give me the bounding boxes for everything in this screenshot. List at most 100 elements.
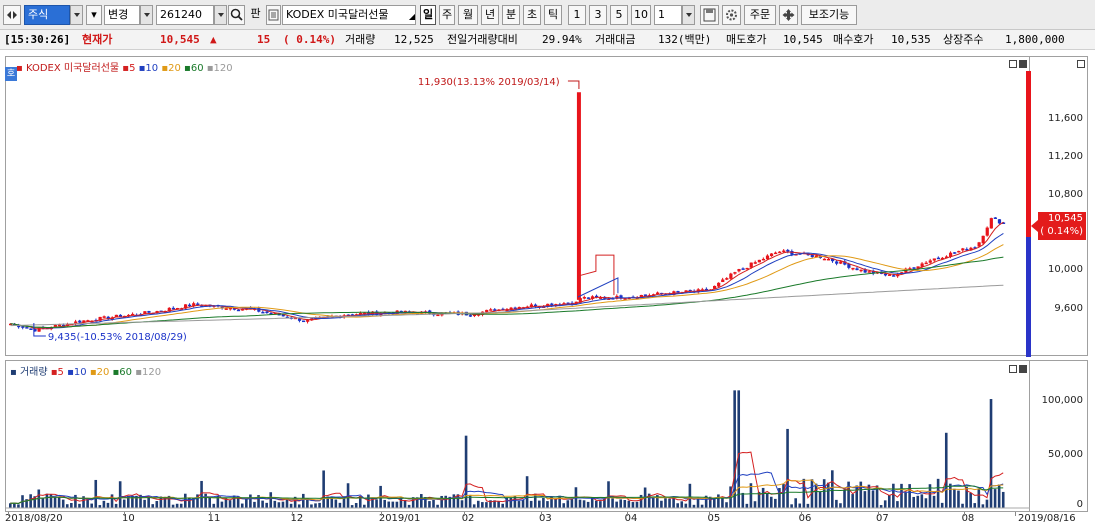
- interval-10-button[interactable]: 10: [631, 5, 651, 25]
- order-button[interactable]: 주문: [744, 5, 776, 25]
- chevron-down-icon[interactable]: ▾: [86, 5, 102, 25]
- volume-bar: [476, 500, 480, 508]
- candle-body: [717, 282, 721, 287]
- volume-bar: [863, 491, 867, 508]
- period-day-button[interactable]: 일: [420, 5, 436, 25]
- candle-body: [769, 253, 774, 257]
- volume-bar: [452, 494, 456, 508]
- maximize-panel-button[interactable]: [1019, 60, 1027, 68]
- code-input[interactable]: 261240: [156, 5, 214, 25]
- change-dropdown-button[interactable]: [140, 5, 153, 25]
- period-second-button[interactable]: 초: [523, 5, 541, 25]
- volume-bar: [1001, 491, 1005, 508]
- market-select[interactable]: 주식: [24, 5, 70, 25]
- interval-5-button[interactable]: 5: [610, 5, 628, 25]
- candle-body: [737, 269, 741, 272]
- volume-bar: [542, 497, 545, 508]
- candle-body: [753, 262, 757, 264]
- volume-bar: [814, 483, 818, 508]
- candle-body: [468, 315, 473, 317]
- volume-bar: [688, 483, 692, 508]
- volume-bar: [835, 499, 838, 508]
- ask-price-label: 매도호가: [726, 33, 767, 46]
- candle-body: [835, 261, 839, 264]
- vol-ma20-legend: 20: [96, 367, 110, 378]
- nav-arrows-button[interactable]: [3, 5, 21, 25]
- period-year-button[interactable]: 년: [481, 5, 499, 25]
- volume-bar: [912, 496, 916, 508]
- current-price: 10,545: [160, 33, 200, 46]
- list-button[interactable]: [266, 5, 281, 25]
- volume-bar: [53, 496, 57, 508]
- volume-bar: [86, 499, 89, 508]
- interval-count-input[interactable]: 1: [654, 5, 682, 25]
- move-button[interactable]: [779, 5, 798, 25]
- candle-body: [989, 218, 993, 229]
- interval-1-button[interactable]: 1: [568, 5, 586, 25]
- pan-label[interactable]: 판: [247, 5, 264, 25]
- volume-bar: [395, 501, 399, 508]
- volume-bar: [310, 504, 313, 508]
- volume-minimize-button[interactable]: [1009, 365, 1017, 373]
- volume-bar: [143, 499, 146, 508]
- code-dropdown-button[interactable]: [214, 5, 227, 25]
- volume-bar: [672, 497, 675, 508]
- volume-bar: [204, 493, 207, 508]
- candle-body: [489, 309, 493, 311]
- volume-bar: [721, 498, 724, 508]
- stock-name-field[interactable]: KODEX 미국달러선물: [282, 5, 416, 25]
- change-select[interactable]: 변경: [104, 5, 140, 25]
- volume-bar: [944, 432, 948, 508]
- candle-body: [851, 267, 855, 270]
- volume-bar: [908, 484, 911, 508]
- chart-type-toggle-button[interactable]: 호: [5, 67, 17, 81]
- volume-bar: [843, 489, 846, 508]
- ma20-legend: 20: [168, 63, 181, 74]
- candle-body: [436, 314, 440, 317]
- volume-bar: [501, 503, 504, 508]
- volume-bar: [599, 501, 602, 508]
- aux-function-button[interactable]: 보조기능: [801, 5, 857, 25]
- price-legend-title: KODEX 미국달러선물: [25, 63, 120, 74]
- market-dropdown-button[interactable]: [70, 5, 83, 25]
- period-tick-button[interactable]: 틱: [544, 5, 562, 25]
- volume-bar: [619, 499, 623, 508]
- period-week-button[interactable]: 주: [439, 5, 455, 25]
- volume-bar: [725, 502, 728, 508]
- save-button[interactable]: [700, 5, 719, 25]
- period-month-button[interactable]: 월: [458, 5, 478, 25]
- volume-bar: [615, 501, 618, 508]
- candle-body: [761, 258, 766, 261]
- volume-bar: [562, 503, 566, 508]
- search-button[interactable]: [228, 5, 245, 25]
- interval-dropdown-button[interactable]: [682, 5, 695, 25]
- candle-body: [236, 309, 241, 312]
- volume-bar: [354, 503, 358, 508]
- volume-legend: ▪ 거래량 ▪5 ▪10 ▪20 ▪60 ▪120: [10, 367, 162, 378]
- volume-bar: [151, 504, 155, 508]
- volume-bar: [432, 499, 435, 508]
- x-tick-mark: [963, 512, 965, 516]
- minimize-panel-button[interactable]: [1009, 60, 1017, 68]
- ma60-legend: 60: [190, 63, 204, 74]
- period-minute-button[interactable]: 분: [502, 5, 520, 25]
- interval-3-button[interactable]: 3: [589, 5, 607, 25]
- volume-bar: [472, 504, 476, 508]
- settings-button[interactable]: [722, 5, 741, 25]
- volume-bar: [635, 501, 639, 508]
- trade-amount-label: 거래대금: [595, 33, 636, 46]
- volume-bar: [65, 504, 69, 508]
- price-chart-svg: 11,930(13.13% 2019/03/14) 9,435(-10.53% 2…: [9, 77, 1006, 343]
- candle-body: [265, 311, 269, 314]
- candle-body: [981, 235, 985, 244]
- volume-bar: [273, 500, 277, 508]
- volume-maximize-button[interactable]: [1019, 365, 1027, 373]
- price-change: 15: [257, 33, 271, 46]
- volume-bar: [114, 503, 118, 508]
- volume-bar: [786, 428, 789, 508]
- candle-body: [733, 272, 737, 274]
- volume-bar: [627, 500, 631, 508]
- axis-option-button[interactable]: [1077, 60, 1085, 68]
- candle-body: [912, 267, 916, 269]
- y-tick: 11,200: [1048, 151, 1083, 162]
